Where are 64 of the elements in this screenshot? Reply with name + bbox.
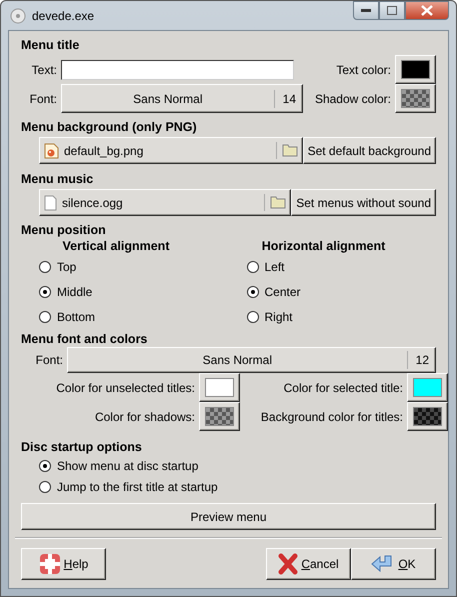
maximize-button[interactable]	[379, 1, 405, 20]
field-label: Color for shadows:	[94, 410, 196, 424]
font-button[interactable]: Sans Normal 12	[67, 347, 436, 373]
radio-label: Right	[264, 310, 293, 324]
file-chooser[interactable]: default_bg.png	[39, 137, 303, 164]
radio-button[interactable]	[246, 286, 258, 298]
minimize-button[interactable]	[353, 1, 379, 20]
radio-label: Left	[264, 260, 285, 274]
radio-button[interactable]	[39, 310, 51, 322]
color-button[interactable]	[199, 402, 240, 431]
color-button[interactable]	[395, 55, 436, 84]
image-file-icon	[44, 142, 59, 158]
section-heading: Menu music	[21, 171, 94, 187]
set-button[interactable]: Set default background	[302, 137, 436, 164]
maximize-icon	[387, 6, 397, 15]
field-label: Background color for titles:	[260, 410, 404, 424]
preview-button[interactable]: Preview menu	[21, 503, 436, 530]
cancel-button[interactable]: Cancel	[266, 548, 351, 580]
field-label: Font:	[34, 353, 64, 367]
radio-button[interactable]	[246, 310, 258, 322]
radio-label: Show menu at disc startup	[57, 458, 198, 472]
radio-button[interactable]	[39, 460, 51, 472]
file-chooser[interactable]: silence.ogg	[39, 189, 292, 216]
radio-button[interactable]	[39, 286, 51, 298]
minimize-icon	[361, 8, 371, 12]
text-field[interactable]	[61, 60, 294, 80]
radio-label: Bottom	[57, 310, 96, 324]
field-label: Text color:	[335, 62, 392, 76]
radio-label: Top	[57, 260, 76, 274]
radio-label: Jump to the first title at startup	[57, 480, 218, 494]
radio-button[interactable]	[39, 480, 51, 492]
color-button[interactable]	[199, 373, 240, 402]
color-button[interactable]	[407, 373, 448, 402]
close-icon	[421, 5, 433, 16]
field-label: Shadow color:	[314, 92, 392, 106]
section-heading: Menu title	[21, 37, 80, 53]
document-icon	[44, 194, 57, 210]
help-button[interactable]: Help	[21, 548, 106, 580]
section-heading: Menu position	[21, 222, 107, 238]
color-button[interactable]	[395, 84, 436, 113]
window-title: devede.exe	[32, 8, 94, 22]
cross-icon	[278, 553, 298, 575]
field-label: Color for selected title:	[282, 380, 404, 394]
field-label: Color for unselected titles:	[55, 380, 196, 394]
section-heading: Menu background (only PNG)	[21, 119, 198, 135]
color-button[interactable]	[407, 402, 448, 431]
group-heading: Vertical alignment	[62, 238, 170, 254]
field-label: Text:	[30, 62, 58, 76]
disc-icon	[10, 8, 26, 24]
group-heading: Horizontal alignment	[260, 238, 386, 254]
close-button[interactable]	[405, 1, 449, 20]
section-heading: Menu font and colors	[21, 331, 148, 347]
ok-button[interactable]: OK	[351, 548, 436, 580]
radio-label: Middle	[57, 284, 92, 298]
folder-icon	[270, 196, 286, 209]
radio-button[interactable]	[39, 260, 51, 272]
section-heading: Disc startup options	[21, 439, 143, 455]
lifebuoy-icon	[38, 553, 61, 575]
radio-button[interactable]	[246, 260, 258, 272]
field-label: Font:	[28, 92, 58, 106]
radio-label: Center	[264, 284, 301, 298]
font-button[interactable]: Sans Normal 14	[61, 84, 303, 113]
set-button[interactable]: Set menus without sound	[291, 189, 436, 216]
folder-icon	[282, 144, 298, 157]
